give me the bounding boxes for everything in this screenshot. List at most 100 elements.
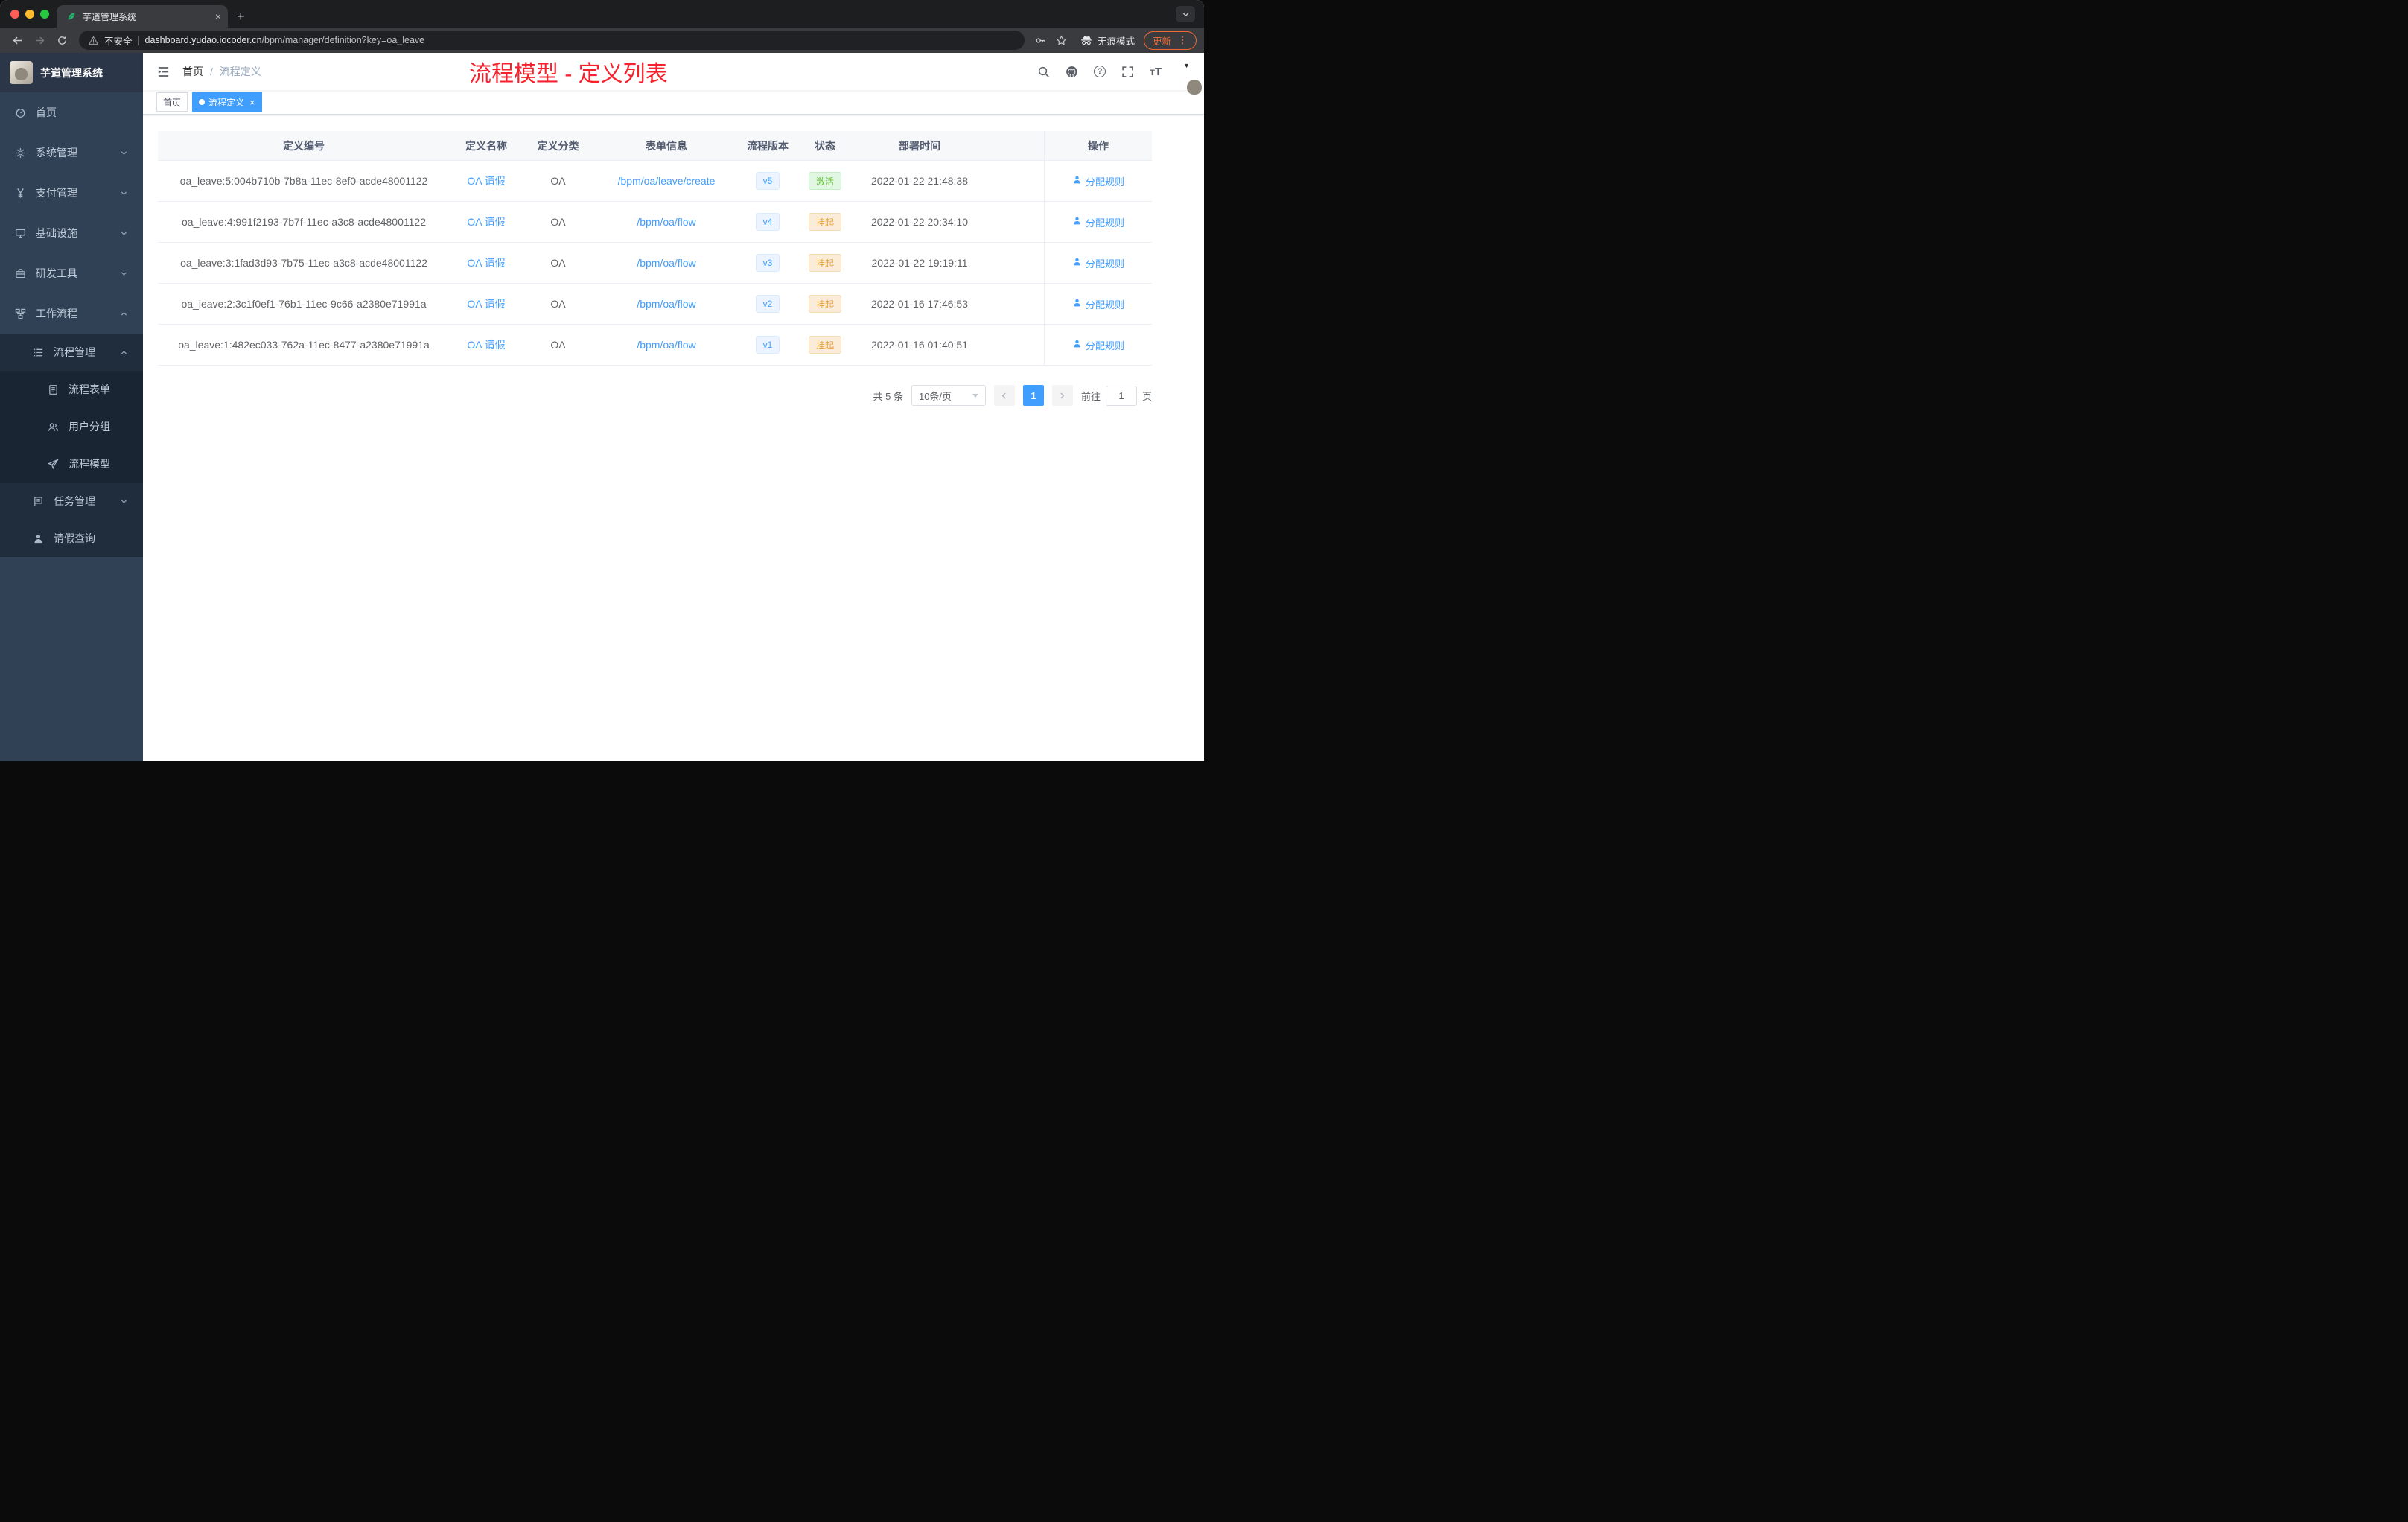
password-key-icon[interactable] [1032,31,1050,49]
sidebar-item-label: 基础设施 [36,227,77,239]
breadcrumb-home[interactable]: 首页 [182,64,203,79]
help-icon[interactable]: ? [1094,66,1106,77]
update-browser-button[interactable]: 更新 ⋮ [1143,31,1197,50]
goto-page-input[interactable] [1105,385,1137,406]
search-icon[interactable] [1037,66,1050,78]
table-header-row: 定义编号 定义名称 定义分类 表单信息 流程版本 状态 部署时间 操作 [158,131,1152,161]
definition-category-cell: OA [550,298,566,310]
tab-search-button[interactable] [1176,6,1195,22]
chevron-up-icon [120,348,128,357]
definition-name-link[interactable]: OA 请假 [467,337,505,352]
column-header-form-info: 表单信息 [646,139,687,152]
tag-home[interactable]: 首页 [156,92,188,112]
sidebar-item-process-manage[interactable]: 流程管理 [0,334,143,371]
forward-button[interactable] [30,31,49,50]
table-row: oa_leave:4:991f2193-7b7f-11ec-a3c8-acde4… [158,202,1152,243]
assign-rule-button[interactable]: 分配规则 [1072,338,1124,352]
definition-name-link[interactable]: OA 请假 [467,296,505,311]
new-tab-button[interactable]: + [228,5,254,28]
browser-tab[interactable]: 芋道管理系统 × [57,5,228,28]
navbar-right-menu: ? TT ▼ [1037,62,1192,78]
address-bar[interactable]: 不安全 dashboard.yudao.iocoder.cn/bpm/manag… [79,31,1025,50]
main-area: 首页 / 流程定义 流程模型 - 定义列表 ? TT ▼ 首页 流程定义 × 定… [143,53,1204,761]
close-window-button[interactable] [10,9,19,19]
task-icon [33,495,45,507]
hamburger-icon[interactable] [155,63,171,80]
assign-rule-button[interactable]: 分配规则 [1072,297,1124,311]
minimize-window-button[interactable] [25,9,34,19]
definition-name-link[interactable]: OA 请假 [467,255,505,270]
tab-close-icon[interactable]: × [215,11,221,22]
form-info-link[interactable]: /bpm/oa/flow [637,216,695,228]
form-info-link[interactable]: /bpm/oa/flow [637,298,695,310]
chevron-down-icon [120,189,128,197]
browser-window: 芋道管理系统 × + 不安全 dashboard.yudao.iocoder.c… [0,0,1204,761]
user-icon [1072,216,1082,228]
back-button[interactable] [7,31,27,50]
app-title: 芋道管理系统 [40,66,103,79]
user-icon [1072,298,1082,310]
user-icon [1072,257,1082,269]
sidebar-item-leave-query[interactable]: 请假查询 [0,520,143,557]
form-info-link[interactable]: /bpm/oa/flow [637,339,695,351]
table-row: oa_leave:1:482ec033-762a-11ec-8477-a2380… [158,325,1152,366]
tags-view: 首页 流程定义 × [143,90,1204,115]
sidebar-item-system[interactable]: 系统管理 [0,133,143,173]
next-page-button[interactable] [1051,385,1073,406]
assign-rule-button[interactable]: 分配规则 [1072,256,1124,270]
sidebar-item-label: 流程模型 [69,458,110,470]
sidebar-item-task-manage[interactable]: 任务管理 [0,483,143,520]
user-icon [1072,175,1082,187]
breadcrumb: 首页 / 流程定义 [182,64,261,79]
form-info-link[interactable]: /bpm/oa/leave/create [618,175,716,187]
assign-rule-button[interactable]: 分配规则 [1072,174,1124,188]
definition-category-cell: OA [550,257,566,269]
goto-label: 前往 [1080,390,1101,402]
row-spacer [985,243,1044,283]
chevron-up-icon [120,310,128,318]
page-content: 定义编号 定义名称 定义分类 表单信息 流程版本 状态 部署时间 操作 oa_leave:5:… [143,115,1204,761]
sidebar-item-workflow[interactable]: 工作流程 [0,293,143,334]
tag-close-icon[interactable]: × [249,98,255,107]
workflow-icon [15,308,27,319]
github-icon[interactable] [1066,66,1078,78]
reload-button[interactable] [52,31,71,50]
table-row: oa_leave:3:1fad3d93-7b75-11ec-a3c8-acde4… [158,243,1152,284]
chevron-down-icon [120,497,128,506]
row-spacer [985,161,1044,201]
browser-tab-strip: 芋道管理系统 × + [0,0,1204,28]
zoom-window-button[interactable] [40,9,49,19]
breadcrumb-current: 流程定义 [219,66,261,77]
assign-rule-label: 分配规则 [1085,258,1124,270]
page-size-select[interactable]: 10条/页 [911,385,986,406]
users-icon [48,421,60,433]
status-badge: 挂起 [808,213,841,231]
page-size-value: 10条/页 [918,390,952,402]
definition-name-link[interactable]: OA 请假 [467,214,505,229]
prev-page-button[interactable] [993,385,1015,406]
fullscreen-icon[interactable] [1121,66,1134,78]
assign-rule-button[interactable]: 分配规则 [1072,215,1124,229]
column-header-process-version: 流程版本 [747,139,789,152]
form-info-link[interactable]: /bpm/oa/flow [637,257,695,269]
avatar-caret-icon: ▼ [1183,62,1190,69]
page-number-button[interactable]: 1 [1022,385,1044,406]
sidebar-item-infra[interactable]: 基础设施 [0,213,143,253]
sidebar-item-payment[interactable]: 支付管理 [0,173,143,213]
app-logo[interactable]: 芋道管理系统 [0,53,143,92]
logo-avatar [10,61,33,84]
sidebar-item-devtools[interactable]: 研发工具 [0,253,143,293]
sidebar-item-process-model[interactable]: 流程模型 [0,445,143,483]
sidebar-item-process-form[interactable]: 流程表单 [0,371,143,408]
sidebar-item-user-group[interactable]: 用户分组 [0,408,143,445]
window-controls [10,0,49,28]
chevron-down-icon [120,270,128,278]
tag-process-definition[interactable]: 流程定义 × [192,92,262,112]
column-header-status: 状态 [815,139,835,152]
definition-name-link[interactable]: OA 请假 [467,173,505,188]
bookmark-star-icon[interactable] [1053,31,1071,49]
font-size-icon[interactable]: TT [1150,66,1162,77]
yen-icon [15,187,27,199]
sidebar-item-home[interactable]: 首页 [0,92,143,133]
chevron-down-icon [120,229,128,238]
